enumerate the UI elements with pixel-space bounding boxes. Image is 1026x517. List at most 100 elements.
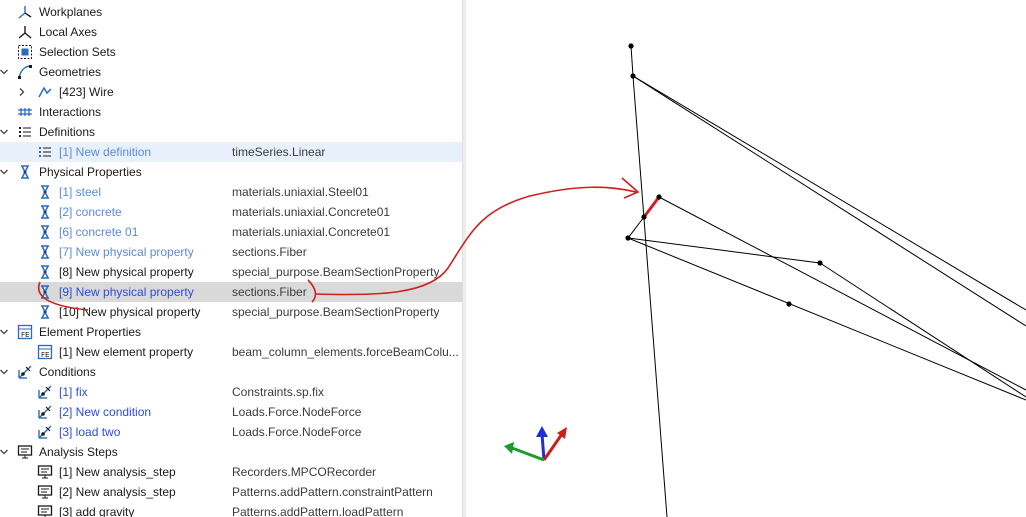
tree-item-label: Element Properties (39, 325, 142, 339)
tree-item-label: [1] New definition (59, 145, 152, 159)
scene-node[interactable] (786, 301, 792, 307)
chevron-down-icon[interactable] (0, 62, 10, 82)
scene-node[interactable] (630, 73, 636, 79)
interactions-icon (17, 104, 33, 120)
tree-item-as-2[interactable]: [2] New analysis_step Patterns.addPattern… (0, 482, 462, 502)
physical-property-icon (37, 264, 53, 280)
element-property-icon: FE (17, 324, 33, 340)
model-tree-panel[interactable]: Workplanes Local Axes Selection Sets Geomet… (0, 0, 462, 517)
chevron-down-icon[interactable] (0, 442, 10, 462)
tree-item-label: [2] New condition (59, 405, 152, 419)
chevron-right-icon[interactable] (16, 82, 28, 102)
scene-element-line (627, 237, 821, 264)
condition-icon (37, 424, 53, 440)
tree-item-label: [423] Wire (59, 85, 114, 99)
3d-viewport[interactable] (466, 0, 1026, 517)
tree-item-label: Selection Sets (39, 45, 116, 59)
tree-item-cond-2[interactable]: [2] New condition Loads.Force.NodeForce (0, 402, 462, 422)
tree-item-label: Physical Properties (39, 165, 142, 179)
tree-item-pp-6[interactable]: [6] concrete 01 materials.uniaxial.Concre… (0, 222, 462, 242)
analysis-step-icon (37, 504, 53, 517)
tree-item-ep-1[interactable]: FE [1] New element property beam_column_el… (0, 342, 462, 362)
tree-item-as-3[interactable]: [3] add gravity Patterns.addPattern.loadP… (0, 502, 462, 517)
analysis-step-icon (37, 484, 53, 500)
wire-icon (37, 84, 53, 100)
chevron-down-icon[interactable] (0, 122, 10, 142)
workplanes-icon (17, 4, 33, 20)
app-window: Workplanes Local Axes Selection Sets Geomet… (0, 0, 1026, 517)
tree-item-label: [10] New physical property (59, 305, 201, 319)
tree-item-type: Loads.Force.NodeForce (232, 405, 362, 419)
physical-property-icon (37, 224, 53, 240)
scene-node[interactable] (625, 235, 631, 241)
model-scene (504, 43, 1026, 517)
tree-item-label: [2] concrete (59, 205, 122, 219)
physical-property-icon (37, 244, 53, 260)
analysis-step-icon (17, 444, 33, 460)
scene-element-line (630, 45, 634, 77)
tree-item-type: materials.uniaxial.Concrete01 (232, 225, 391, 239)
definition-item-icon (37, 144, 53, 160)
tree-item-physical-properties[interactable]: Physical Properties (0, 162, 462, 182)
tree-item-analysis-steps[interactable]: Analysis Steps (0, 442, 462, 462)
tree-item-type: Patterns.addPattern.loadPattern (232, 505, 404, 517)
tree-item-as-1[interactable]: [1] New analysis_step Recorders.MPCORecor… (0, 462, 462, 482)
svg-text:FE: FE (41, 351, 49, 359)
physical-property-icon (37, 184, 53, 200)
scene-element-line (632, 75, 1026, 327)
tree-item-definition-1[interactable]: [1] New definition timeSeries.Linear (0, 142, 462, 162)
tree-item-label: [1] steel (59, 185, 102, 199)
scene-element-line (627, 237, 1026, 401)
geometries-icon (17, 64, 33, 80)
tree-item-label: [7] New physical property (59, 245, 194, 259)
tree-item-conditions[interactable]: Conditions (0, 362, 462, 382)
scene-node[interactable] (628, 43, 634, 49)
tree-item-pp-7[interactable]: [7] New physical property sections.Fiber (0, 242, 462, 262)
tree-item-interactions[interactable]: Interactions (0, 102, 462, 122)
tree-item-cond-1[interactable]: [1] fix Constraints.sp.fix (0, 382, 462, 402)
physical-property-icon (37, 204, 53, 220)
tree-item-pp-2[interactable]: [2] concrete materials.uniaxial.Concrete0… (0, 202, 462, 222)
tree-item-selection-sets[interactable]: Selection Sets (0, 42, 462, 62)
tree-item-label: Conditions (39, 365, 96, 379)
chevron-down-icon[interactable] (0, 362, 10, 382)
tree-item-type: special_purpose.BeamSectionProperty (232, 305, 440, 319)
tree-item-pp-10[interactable]: [10] New physical property special_purpos… (0, 302, 462, 322)
chevron-down-icon[interactable] (0, 162, 10, 182)
tree-item-label: [2] New analysis_step (59, 485, 176, 499)
tree-item-type: beam_column_elements.forceBeamColu... (232, 345, 459, 359)
tree-item-element-properties[interactable]: FE Element Properties (0, 322, 462, 342)
scene-node[interactable] (656, 194, 662, 200)
tree-item-label: Local Axes (39, 25, 98, 39)
scene-node[interactable] (641, 214, 647, 220)
tree-item-local-axes[interactable]: Local Axes (0, 22, 462, 42)
tree-item-type: sections.Fiber (232, 285, 307, 299)
tree-item-pp-1[interactable]: [1] steel materials.uniaxial.Steel01 (0, 182, 462, 202)
tree-item-label: [8] New physical property (59, 265, 194, 279)
tree-item-label: [1] New element property (59, 345, 194, 359)
tree-item-geometries[interactable]: Geometries (0, 62, 462, 82)
scene-node[interactable] (817, 260, 823, 266)
tree-item-pp-9[interactable]: [9] New physical property sections.Fiber (0, 282, 462, 302)
chevron-down-icon[interactable] (0, 322, 10, 342)
tree-item-type: sections.Fiber (232, 245, 307, 259)
scene-element-line (632, 75, 668, 517)
highlighted-element[interactable] (642, 196, 661, 218)
svg-text:FE: FE (21, 331, 29, 339)
tree-item-workplanes[interactable]: Workplanes (0, 2, 462, 22)
tree-item-definitions[interactable]: Definitions (0, 122, 462, 142)
tree-item-label: [3] load two (59, 425, 121, 439)
tree-item-type: Recorders.MPCORecorder (232, 465, 377, 479)
tree-item-wire-423[interactable]: [423] Wire (0, 82, 462, 102)
tree-item-type: timeSeries.Linear (232, 145, 326, 159)
tree-item-cond-3[interactable]: [3] load two Loads.Force.NodeForce (0, 422, 462, 442)
tree-item-label: Geometries (39, 65, 102, 79)
tree-item-type: Patterns.addPattern.constraintPattern (232, 485, 433, 499)
tree-item-pp-8[interactable]: [8] New physical property special_purpose… (0, 262, 462, 282)
tree-item-label: Interactions (39, 105, 102, 119)
tree-item-label: [1] fix (59, 385, 88, 399)
tree-item-type: special_purpose.BeamSectionProperty (232, 265, 440, 279)
condition-icon (17, 364, 33, 380)
definitions-icon (17, 124, 33, 140)
tree-item-label: Analysis Steps (39, 445, 118, 459)
